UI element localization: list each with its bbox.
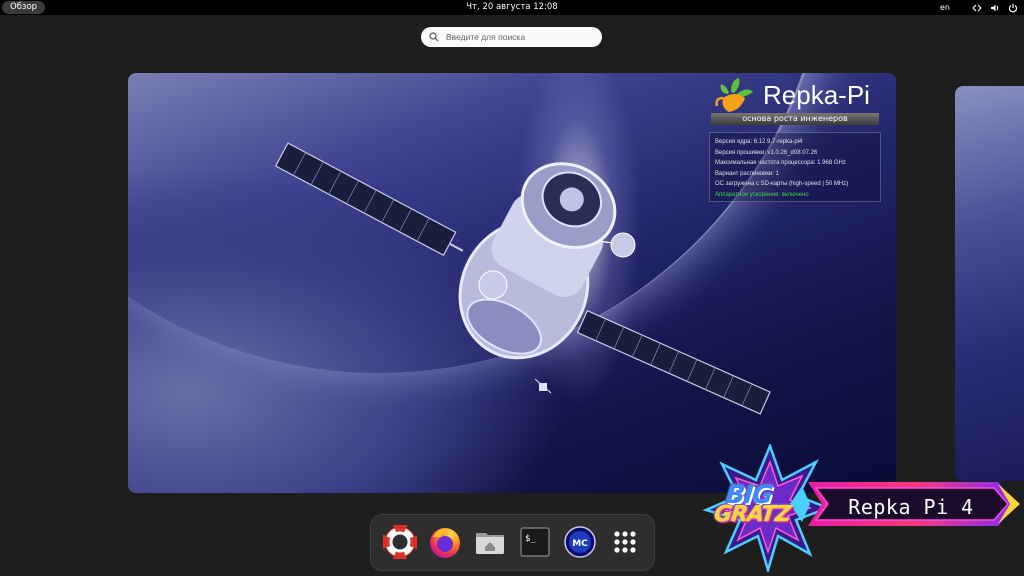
home-folder-icon [476,533,504,554]
mc-icon: MC [564,526,596,558]
dock-app-grid[interactable] [608,525,642,559]
dock-app-help[interactable] [380,522,420,562]
volume-icon[interactable] [990,3,1000,13]
search-input[interactable] [444,31,598,43]
dock-app-firefox[interactable] [428,525,462,559]
workspace-thumbnail-next[interactable] [955,86,1024,481]
badge-device-name: Repka Pi 4 [848,495,974,519]
search-bar[interactable] [421,27,602,47]
dock-app-terminal[interactable]: $_ [518,525,552,559]
dock-app-files[interactable] [473,525,507,559]
logo-title: Repka-Pi [763,79,870,110]
power-icon[interactable] [1008,3,1018,13]
lifebuoy-icon [380,522,420,562]
radish-icon [715,78,753,112]
network-icon[interactable] [972,3,982,13]
search-icon [429,32,439,42]
top-bar: Обзор Чт, 20 августа 12:08 en [0,0,1024,15]
app-grid-icon [614,531,636,553]
repka-logo: Repka-Pi [713,76,870,114]
language-indicator[interactable]: en [940,3,950,12]
hardware-acceleration: Аппаратное ускорение: включено [715,191,809,198]
dock: $_ MC [370,514,655,571]
dock-app-midnight-commander[interactable]: MC [563,525,597,559]
terminal-icon: $_ [520,527,550,557]
cpu-frequency: Максимальная частота процессора: 1.968 G… [715,160,846,166]
system-info-panel: Версия ядра: 6.12.9.7-repka-pi4 Версия п… [709,132,881,202]
firmware-version: Версия прошивки: v1.0.26_d08.07.26 [715,149,818,156]
boot-source: ОС загружена с SD-карты (high-speed | 50… [715,181,849,187]
system-tray[interactable]: en [940,0,1018,15]
kernel-version: Версия ядра: 6.12.9.7-repka-pi4 [715,139,803,145]
workspace-thumbnail[interactable]: Repka-Pi основа роста инженеров Версия я… [128,73,896,493]
terminal-glyph: $_ [525,534,536,544]
firefox-icon [430,528,460,558]
mc-glyph: MC [572,539,588,549]
clock[interactable]: Чт, 20 августа 12:08 [0,0,1024,15]
logo-subtitle: основа роста инженеров [711,113,879,125]
badge-gratz-label: GRATZ [712,502,792,527]
pinout-variant: Вариант распиновки: 1 [715,170,779,177]
